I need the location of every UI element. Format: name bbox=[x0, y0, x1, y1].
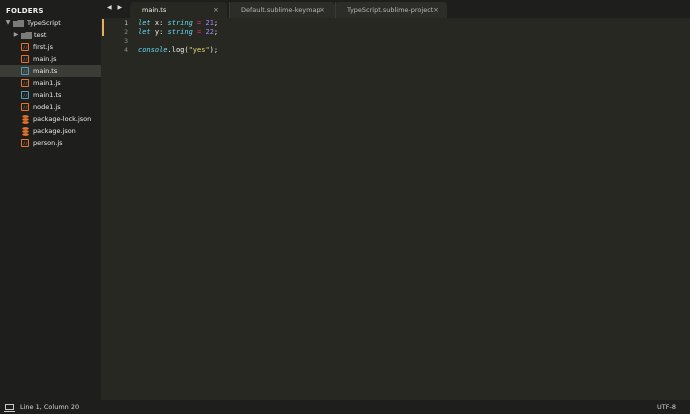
tree-file[interactable]: // main1.ts bbox=[0, 89, 101, 101]
tree-file[interactable]: // first.js bbox=[0, 41, 101, 53]
code-token: 22 bbox=[201, 28, 214, 36]
tab-nav-arrows-icon[interactable]: ◀ ▶ bbox=[107, 4, 124, 11]
file-icon-glyph: // bbox=[23, 93, 28, 98]
code-token: console bbox=[138, 46, 168, 54]
json-file-icon bbox=[22, 115, 29, 124]
tree-item-label: main1.ts bbox=[33, 91, 62, 99]
code-token: ); bbox=[209, 46, 219, 54]
panel-toggle-icon[interactable] bbox=[4, 404, 15, 412]
tree-root-typescript[interactable]: ▼ TypeScript bbox=[0, 17, 101, 29]
json-file-icon bbox=[22, 127, 29, 136]
tree-file[interactable]: // node1.js bbox=[0, 101, 101, 113]
close-icon[interactable]: × bbox=[319, 2, 325, 18]
tab-label: TypeScript.sublime-project bbox=[347, 6, 434, 14]
code-token: x bbox=[150, 19, 160, 27]
file-icon-glyph: // bbox=[23, 57, 28, 62]
js-file-icon: // bbox=[21, 79, 29, 87]
js-file-icon: // bbox=[21, 55, 29, 63]
code-token: let bbox=[138, 28, 151, 36]
tree-item-label: main1.js bbox=[33, 79, 61, 87]
file-icon-glyph: // bbox=[23, 105, 28, 110]
status-bar: Line 1, Column 20 UTF-8 bbox=[0, 400, 690, 414]
code-token: .log( bbox=[167, 46, 189, 54]
tree-item-label: package.json bbox=[33, 127, 76, 135]
file-tree: ▼ TypeScript ▶ test // first.js // main.js // m… bbox=[0, 17, 101, 149]
tab-label: Default.sublime-keymap bbox=[241, 6, 321, 14]
code-token: let bbox=[138, 19, 151, 27]
chevron-down-icon[interactable]: ▼ bbox=[4, 17, 12, 29]
folder-icon bbox=[21, 32, 32, 39]
file-icon-glyph: // bbox=[23, 69, 28, 74]
code-area[interactable]: let x: string = 21; let y: string = 22; c… bbox=[138, 19, 678, 55]
code-token: ; bbox=[213, 19, 219, 27]
tree-folder[interactable]: ▶ test bbox=[0, 29, 101, 41]
js-file-icon: // bbox=[21, 139, 29, 147]
tree-item-label: main.ts bbox=[33, 67, 58, 75]
code-line: let x: string = 21; bbox=[138, 19, 678, 28]
line-number-gutter: 1 2 3 4 bbox=[106, 19, 128, 55]
tree-file[interactable]: package.json bbox=[0, 125, 101, 137]
tree-item-label: node1.js bbox=[33, 103, 61, 111]
chevron-right-icon[interactable]: ▶ bbox=[12, 29, 20, 41]
tab-default-sublime-keymap[interactable]: Default.sublime-keymap × bbox=[229, 2, 335, 18]
tree-item-label: first.js bbox=[33, 43, 53, 51]
folder-open-icon bbox=[13, 20, 24, 27]
code-token: "yes" bbox=[188, 46, 210, 54]
file-encoding[interactable]: UTF-8 bbox=[657, 400, 676, 414]
tree-file[interactable]: // main1.js bbox=[0, 77, 101, 89]
cursor-position[interactable]: Line 1, Column 20 bbox=[20, 400, 79, 414]
tree-item-label: main.js bbox=[33, 55, 57, 63]
code-token: ; bbox=[213, 28, 219, 36]
modified-line-marker bbox=[102, 19, 104, 36]
code-token: = bbox=[192, 19, 202, 27]
tree-item-label: person.js bbox=[33, 139, 63, 147]
line-number: 4 bbox=[124, 46, 128, 54]
tree-file[interactable]: // main.js bbox=[0, 53, 101, 65]
code-token: y bbox=[150, 28, 160, 36]
sidebar: FOLDERS ▼ TypeScript ▶ test // first.js // ma… bbox=[0, 0, 101, 400]
code-token: 21 bbox=[201, 19, 214, 27]
ts-file-icon: // bbox=[21, 91, 29, 99]
file-icon-glyph: // bbox=[23, 81, 28, 86]
tab-bar: ◀ ▶ main.ts × Default.sublime-keymap × T… bbox=[101, 0, 690, 18]
line-number: 2 bbox=[124, 28, 128, 36]
code-editor[interactable]: 1 2 3 4 let x: string = 21; let y: string… bbox=[101, 18, 690, 400]
sidebar-title: FOLDERS bbox=[6, 7, 44, 15]
code-line: console.log("yes"); bbox=[138, 46, 678, 55]
ts-file-icon: // bbox=[21, 67, 29, 75]
tree-item-label: test bbox=[34, 31, 47, 39]
tree-file[interactable]: // person.js bbox=[0, 137, 101, 149]
tab-label: main.ts bbox=[142, 6, 167, 14]
file-icon-glyph: // bbox=[23, 45, 28, 50]
close-icon[interactable]: × bbox=[433, 2, 439, 18]
code-token: string bbox=[163, 19, 193, 27]
js-file-icon: // bbox=[21, 43, 29, 51]
tree-file[interactable]: package-lock.json bbox=[0, 113, 101, 125]
tab-typescript-sublime-project[interactable]: TypeScript.sublime-project × bbox=[335, 2, 447, 18]
file-icon-glyph: // bbox=[23, 141, 28, 146]
code-token: string bbox=[163, 28, 193, 36]
js-file-icon: // bbox=[21, 103, 29, 111]
code-line: let y: string = 22; bbox=[138, 28, 678, 37]
close-icon[interactable]: × bbox=[213, 2, 219, 18]
line-number: 1 bbox=[124, 19, 128, 27]
tree-file[interactable]: // main.ts bbox=[0, 65, 101, 77]
line-number: 3 bbox=[124, 37, 128, 45]
tree-root-label: TypeScript bbox=[27, 19, 61, 27]
tab-main-ts[interactable]: main.ts × bbox=[130, 2, 227, 18]
code-token: = bbox=[192, 28, 202, 36]
tree-item-label: package-lock.json bbox=[33, 115, 92, 123]
